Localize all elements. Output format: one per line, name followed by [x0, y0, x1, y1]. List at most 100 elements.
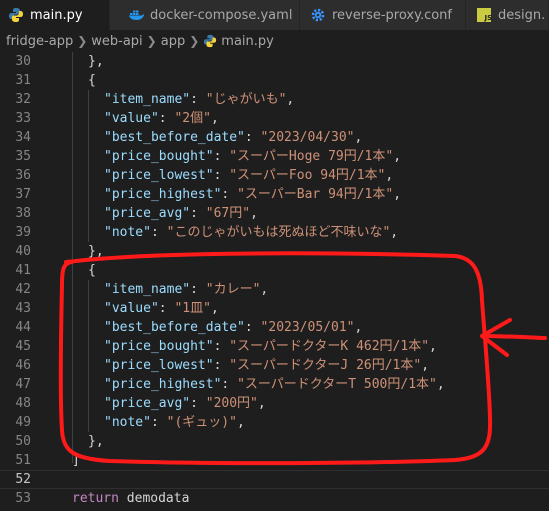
code-line[interactable]: 43 "value": "1皿", — [0, 299, 549, 318]
identifier: demodata — [118, 491, 190, 506]
code-content: "price_lowest": "スーパードクターJ 26円/1本", — [104, 358, 430, 373]
code-line[interactable]: 39 "note": "このじゃがいもは死ぬほど不味いな", — [0, 223, 549, 242]
code-content: "price_lowest": "スーパーFoo 94円/1本", — [104, 168, 394, 183]
line-number: 53 — [15, 491, 31, 506]
code-line[interactable]: 37 "price_highest": "スーパーBar 94円/1本", — [0, 185, 549, 204]
json-value: "1皿" — [174, 301, 211, 316]
line-number: 51 — [15, 453, 31, 468]
breadcrumb-item-web-api[interactable]: web-api — [91, 34, 142, 49]
json-value: "2個" — [174, 111, 211, 126]
punctuation: }, — [88, 434, 104, 449]
code-line[interactable]: 31 { — [0, 71, 549, 90]
js-icon: JS — [476, 7, 492, 23]
json-key: "price_highest" — [104, 187, 222, 202]
code-content: "note": "(ギュッ)", — [104, 415, 245, 430]
line-number: 35 — [15, 149, 31, 164]
json-value: "2023/05/01" — [260, 320, 355, 335]
code-line[interactable]: 47 "price_highest": "スーパードクターT 500円/1本", — [0, 375, 549, 394]
python-icon — [203, 34, 217, 48]
json-key: "price_lowest" — [104, 358, 214, 373]
line-number: 37 — [15, 187, 31, 202]
tab-bar: main.py docker-compose.yaml reverse-prox… — [0, 0, 549, 30]
python-icon — [8, 7, 24, 23]
code-content: }, — [88, 52, 104, 71]
json-key: "note" — [104, 225, 151, 240]
line-number: 36 — [15, 168, 31, 183]
line-number: 48 — [15, 396, 31, 411]
code-content: "price_bought": "スーパーHoge 79円/1本", — [104, 149, 402, 164]
code-editor[interactable]: 30}, 31 { 32 "item_name": "じゃがいも", 33 "value":… — [0, 52, 549, 511]
code-line[interactable]: 49 "note": "(ギュッ)", — [0, 413, 549, 432]
code-content: "item_name": "じゃがいも", — [104, 92, 295, 107]
svg-text:JS: JS — [484, 14, 493, 22]
json-value: "2023/04/30" — [260, 130, 355, 145]
json-value: "スーパーFoo 94円/1本" — [229, 168, 386, 183]
line-number: 46 — [15, 358, 31, 373]
line-number: 38 — [15, 206, 31, 221]
json-key: "value" — [104, 301, 159, 316]
code-content: { — [88, 261, 96, 280]
chevron-right-icon: ❯ — [77, 34, 88, 48]
tab-design-js[interactable]: JS design. — [466, 0, 549, 30]
code-line[interactable]: 53 return demodata — [0, 489, 549, 508]
tab-label: main.py — [30, 7, 83, 23]
line-number: 47 — [15, 377, 31, 392]
chevron-right-icon: ❯ — [146, 34, 157, 48]
tab-reverse-proxy[interactable]: reverse-proxy.conf — [300, 0, 466, 30]
code-line[interactable]: 46 "price_lowest": "スーパードクターJ 26円/1本", — [0, 356, 549, 375]
code-line[interactable]: 34 "best_before_date": "2023/04/30", — [0, 128, 549, 147]
json-key: "best_before_date" — [104, 320, 245, 335]
breadcrumb-item-app[interactable]: app — [161, 34, 185, 49]
code-line[interactable]: 36 "price_lowest": "スーパーFoo 94円/1本", — [0, 166, 549, 185]
line-number: 43 — [15, 301, 31, 316]
code-line[interactable]: 48 "price_avg": "200円", — [0, 394, 549, 413]
line-number: 44 — [15, 320, 31, 335]
punctuation: }, — [88, 244, 104, 259]
breadcrumb-item-fridge-app[interactable]: fridge-app — [6, 34, 73, 49]
code-line[interactable]: 50}, — [0, 432, 549, 451]
json-key: "item_name" — [104, 92, 191, 107]
json-value: "67円" — [205, 206, 251, 221]
json-key: "price_avg" — [104, 396, 191, 411]
code-line[interactable]: 52 — [0, 470, 549, 489]
code-line[interactable]: 35 "price_bought": "スーパーHoge 79円/1本", — [0, 147, 549, 166]
code-content: }, — [88, 242, 104, 261]
line-number: 50 — [15, 434, 31, 449]
code-line[interactable]: 38 "price_avg": "67円", — [0, 204, 549, 223]
line-number: 45 — [15, 339, 31, 354]
code-line[interactable]: 42 "item_name": "カレー", — [0, 280, 549, 299]
line-number: 42 — [15, 282, 31, 297]
tab-main-py[interactable]: main.py — [0, 0, 110, 30]
punctuation: { — [88, 73, 96, 88]
tab-label: docker-compose.yaml — [150, 7, 293, 23]
breadcrumb-item-main-py[interactable]: main.py — [221, 34, 274, 49]
punctuation: ] — [72, 453, 80, 468]
json-key: "best_before_date" — [104, 130, 245, 145]
code-line[interactable]: 33 "value": "2個", — [0, 109, 549, 128]
code-content: "price_highest": "スーパードクターT 500円/1本", — [104, 377, 445, 392]
code-content: }, — [88, 432, 104, 451]
json-key: "price_lowest" — [104, 168, 214, 183]
json-value: "じゃがいも" — [205, 92, 287, 107]
line-number: 32 — [15, 92, 31, 107]
code-line[interactable]: 51] — [0, 451, 549, 470]
json-key: "price_bought" — [104, 339, 214, 354]
code-line[interactable]: 44 "best_before_date": "2023/05/01", — [0, 318, 549, 337]
code-line[interactable]: 45 "price_bought": "スーパードクターK 462円/1本", — [0, 337, 549, 356]
code-line[interactable]: 32 "item_name": "じゃがいも", — [0, 90, 549, 109]
line-number: 49 — [15, 415, 31, 430]
line-number: 39 — [15, 225, 31, 240]
code-line[interactable]: 30}, — [0, 52, 549, 71]
tab-docker-compose[interactable]: docker-compose.yaml — [110, 0, 300, 30]
chevron-right-icon: ❯ — [189, 34, 200, 48]
json-value: "カレー" — [205, 282, 261, 297]
gear-icon — [310, 7, 326, 23]
code-line[interactable]: 40}, — [0, 242, 549, 261]
code-content: "value": "1皿", — [104, 301, 219, 316]
json-value: "スーパードクターJ 26円/1本" — [229, 358, 422, 373]
code-content: "value": "2個", — [104, 111, 219, 126]
line-number: 41 — [15, 263, 31, 278]
keyword: return — [72, 491, 119, 506]
code-content: "best_before_date": "2023/05/01", — [104, 320, 363, 335]
code-line[interactable]: 41 { — [0, 261, 549, 280]
